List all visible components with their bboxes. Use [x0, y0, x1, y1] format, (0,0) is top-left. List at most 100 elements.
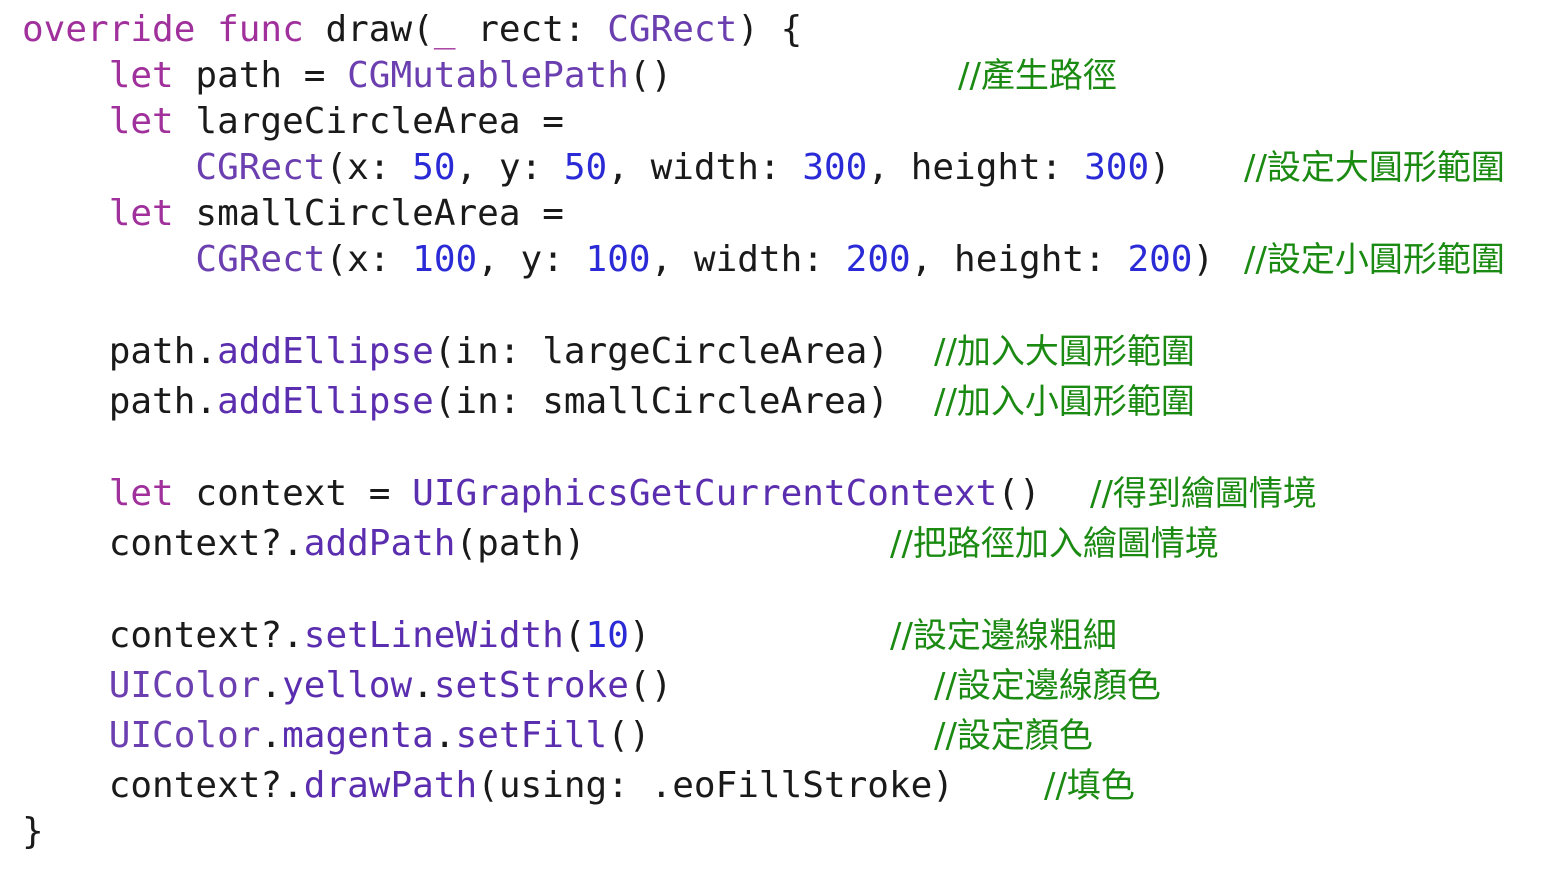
code-text: ()	[628, 665, 673, 706]
code-text: (x:	[325, 147, 413, 188]
code-line-13: UIColor.magenta.setFill()	[22, 714, 651, 758]
code-line-4: CGRect(x: 50, y: 50, width: 300, height:…	[22, 146, 1171, 190]
code-text: (	[563, 615, 586, 656]
code-comment-12: //設定邊線顏色	[934, 666, 1161, 706]
code-text: .	[412, 665, 434, 706]
code-function: setStroke	[433, 665, 629, 706]
code-type: UIColor	[108, 665, 261, 706]
code-text: .	[433, 715, 456, 756]
code-keyword: override	[22, 9, 196, 50]
code-line-11: context?.setLineWidth(10)	[22, 614, 651, 658]
code-keyword: let	[108, 101, 174, 142]
code-text: .	[260, 715, 283, 756]
code-number: 300	[1084, 147, 1150, 188]
code-text: (using: .eoFillStroke)	[477, 765, 954, 806]
code-number: 200	[845, 239, 911, 280]
code-keyword: let	[108, 473, 174, 514]
code-comment-11: //設定邊線粗細	[890, 616, 1117, 656]
code-text: smallCircleArea =	[173, 193, 564, 234]
code-text: draw(	[303, 9, 434, 50]
code-comment-10: //把路徑加入繪圖情境	[890, 524, 1219, 564]
code-line-15: }	[22, 810, 44, 854]
code-keyword: let	[108, 193, 174, 234]
code-keyword: _	[433, 9, 456, 50]
code-text: largeCircleArea =	[173, 101, 564, 142]
code-function: setLineWidth	[303, 615, 564, 656]
code-function: yellow	[282, 665, 413, 706]
code-line-5: let smallCircleArea =	[22, 192, 564, 236]
code-comment-8: //加入小圓形範圍	[934, 382, 1195, 422]
code-function: setFill	[455, 715, 608, 756]
code-line-1: override func draw(_ rect: CGRect) {	[22, 8, 802, 52]
code-function: addPath	[303, 523, 456, 564]
code-type: CGRect	[195, 239, 326, 280]
code-number: 50	[412, 147, 456, 188]
code-text: ()	[997, 473, 1041, 514]
code-type: UIColor	[108, 715, 261, 756]
code-line-12: UIColor.yellow.setStroke()	[22, 664, 673, 708]
code-number: 50	[563, 147, 608, 188]
code-comment-4: //設定大圓形範圍	[1244, 148, 1505, 188]
code-comment-13: //設定顏色	[934, 716, 1093, 756]
code-text: , height:	[910, 239, 1128, 280]
code-comment-14: //填色	[1044, 766, 1135, 806]
code-text: context =	[173, 473, 413, 514]
code-text: context?.	[22, 523, 304, 564]
code-keyword: let	[108, 55, 174, 96]
code-function: addEllipse	[217, 331, 434, 372]
code-text: rect:	[455, 9, 608, 50]
code-text: )	[1149, 147, 1171, 188]
code-function: drawPath	[303, 765, 478, 806]
code-number: 100	[585, 239, 651, 280]
code-line-14: context?.drawPath(using: .eoFillStroke)	[22, 764, 954, 808]
code-text: , y:	[477, 239, 586, 280]
code-text: )	[628, 615, 651, 656]
code-line-7: path.addEllipse(in: largeCircleArea)	[22, 330, 889, 374]
code-line-9: let context = UIGraphicsGetCurrentContex…	[22, 472, 1041, 516]
code-text: ()	[607, 715, 651, 756]
code-function: addEllipse	[217, 381, 434, 422]
code-text: )	[1192, 239, 1215, 280]
code-number: 200	[1127, 239, 1193, 280]
code-keyword: func	[217, 9, 304, 50]
code-line-8: path.addEllipse(in: smallCircleArea)	[22, 380, 889, 424]
code-editor[interactable]: override func draw(_ rect: CGRect) { let…	[0, 0, 1564, 876]
code-text: (in: largeCircleArea)	[433, 331, 889, 372]
code-text: path.	[22, 331, 218, 372]
code-text: (in: smallCircleArea)	[433, 381, 889, 422]
code-text: , width:	[650, 239, 846, 280]
code-function: UIGraphicsGetCurrentContext	[412, 473, 998, 514]
code-type: CGRect	[607, 9, 738, 50]
code-comment-6: //設定小圓形範圍	[1244, 240, 1505, 280]
code-comment-7: //加入大圓形範圍	[934, 332, 1195, 372]
code-text: path =	[173, 55, 348, 96]
code-comment-9: //得到繪圖情境	[1090, 474, 1317, 514]
code-comment-2: //產生路徑	[958, 56, 1117, 96]
code-text: ) {	[737, 9, 803, 50]
code-text: path.	[22, 381, 218, 422]
code-line-6: CGRect(x: 100, y: 100, width: 200, heigh…	[22, 238, 1214, 282]
code-line-3: let largeCircleArea =	[22, 100, 564, 144]
code-text: context?.	[22, 615, 304, 656]
code-text: ()	[628, 55, 673, 96]
code-type: CGMutablePath	[347, 55, 629, 96]
code-text: (path)	[455, 523, 586, 564]
code-text: , y:	[455, 147, 564, 188]
code-text: , height:	[867, 147, 1085, 188]
code-text: }	[22, 811, 44, 852]
code-line-10: context?.addPath(path)	[22, 522, 586, 566]
code-number: 10	[585, 615, 629, 656]
code-line-2: let path = CGMutablePath()	[22, 54, 673, 98]
code-number: 100	[412, 239, 478, 280]
code-type: CGRect	[195, 147, 326, 188]
code-text: (x:	[325, 239, 413, 280]
